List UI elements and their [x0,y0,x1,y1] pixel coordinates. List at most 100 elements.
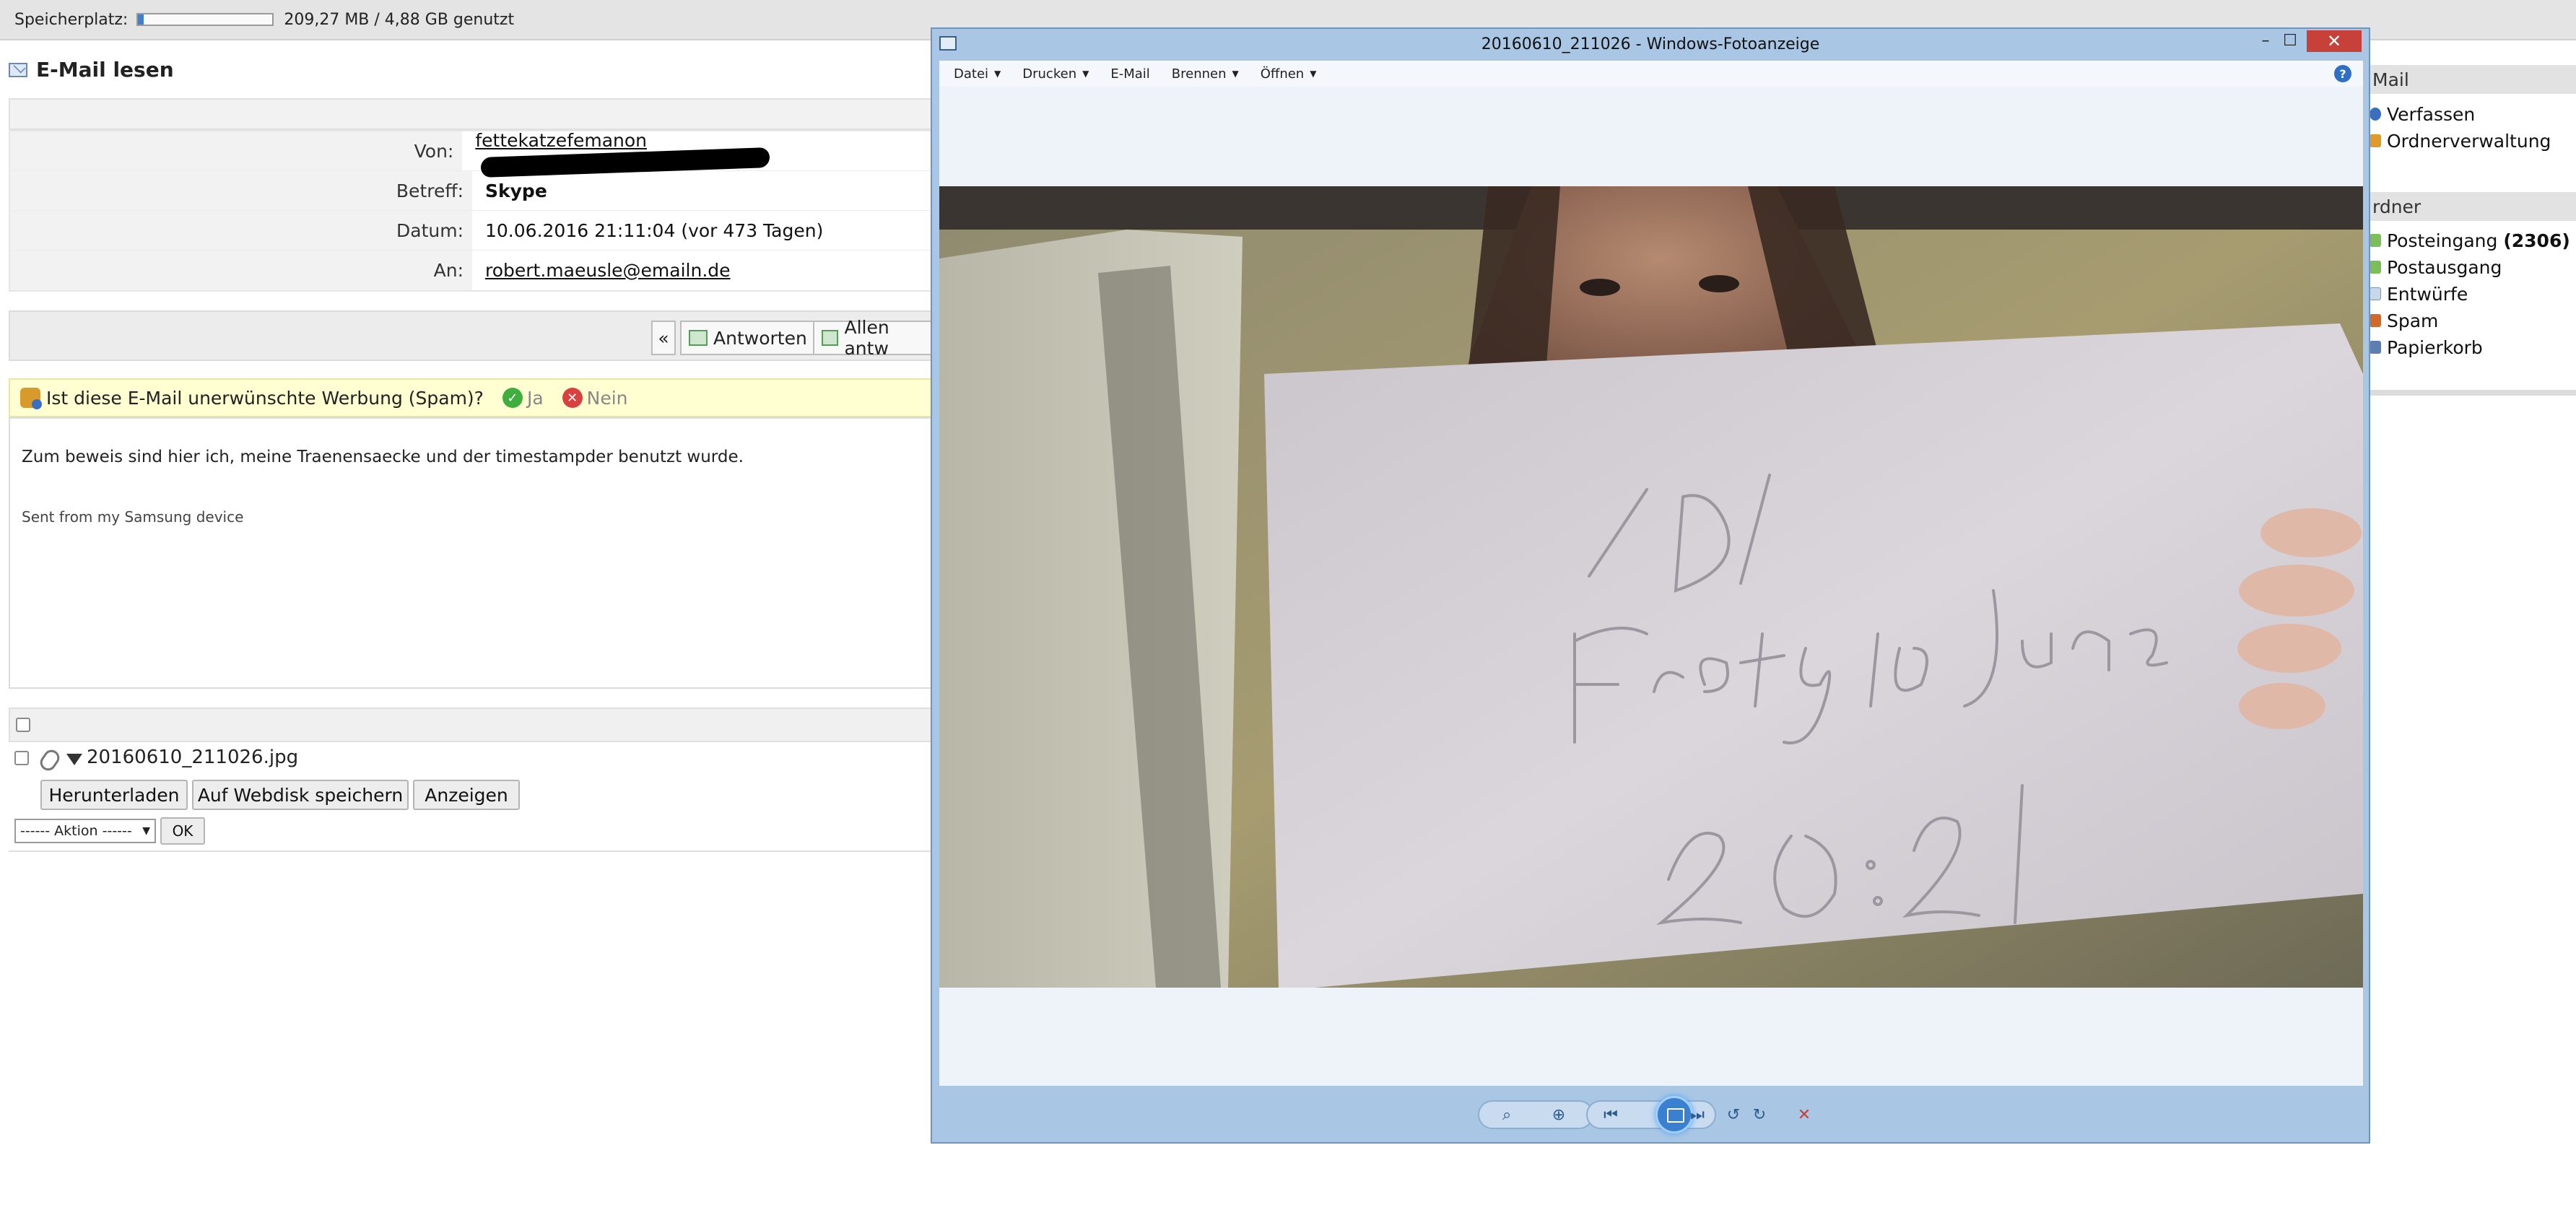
action-select[interactable]: ------ Aktion ------ [14,819,156,843]
photo-image [939,186,2363,988]
spam-question: Ist diese E-Mail unerwünschte Werbung (S… [46,387,484,409]
caret-down-icon: ▼ [1232,69,1239,79]
paperclip-icon [37,747,63,774]
header-strip [9,98,933,130]
menu-email[interactable]: E-Mail [1110,66,1149,82]
cross-icon[interactable]: ✕ [562,388,583,408]
save-webdisk-button[interactable]: Auf Webdisk speichern [192,780,409,810]
select-all-checkbox[interactable] [16,718,30,732]
view-button[interactable]: Anzeigen [413,780,520,810]
action-select-value: ------ Aktion ------ [20,823,132,839]
mail-sidebar: Mail Verfassen Ordnerverwaltung rdner Po… [2370,58,2576,396]
outbox-icon [2370,261,2381,274]
download-button[interactable]: Herunterladen [40,780,188,810]
storage-label: Speicherplatz: [14,10,129,29]
viewer-menubar: Datei ▼ Drucken ▼ E-Mail Brennen ▼ Öffnen ▼ … [939,61,2363,87]
sidebar-item-label: Ordnerverwaltung [2387,130,2551,152]
page-title: E-Mail lesen [9,58,174,82]
spam-folder-icon [2370,314,2381,327]
rotate-right-icon[interactable]: ↻ [1745,1103,1774,1126]
viewer-controls: ⌕ ⊕ ⏮ ⏭ ↺ ↻ ✕ [932,1086,2369,1144]
menu-file[interactable]: Datei ▼ [954,66,1001,82]
mail-meta-table: Von: fettekatzefemanon Betreff: Skype Da… [9,130,933,292]
attachment-row: 20160610_211026.jpg [9,744,933,775]
ok-button[interactable]: OK [160,817,205,845]
viewer-title: 20160610_211026 - Windows-Fotoanzeige [1481,35,1820,53]
spam-icon [20,388,42,409]
sidebar-item-label: Postausgang [2387,256,2502,278]
mail-signature: Sent from my Samsung device [22,508,244,526]
meta-row-date: Datum: 10.06.2016 21:11:04 (vor 473 Tage… [10,211,931,251]
minimize-icon[interactable]: – [2255,30,2276,51]
maximize-icon[interactable]: ☐ [2279,30,2301,51]
inbox-count: (2306) [2503,230,2570,251]
sidebar-item-spam[interactable]: Spam [2370,308,2438,333]
previous-icon[interactable]: ⏮ [1596,1103,1625,1126]
actual-size-icon[interactable]: ⊕ [1544,1103,1573,1126]
sidebar-item-label: Verfassen [2387,103,2476,125]
menu-burn[interactable]: Brennen ▼ [1172,66,1239,82]
sidebar-item-trash[interactable]: Papierkorb [2370,335,2483,360]
sidebar-item-label: Posteingang [2387,230,2498,251]
reply-button[interactable]: Antworten [680,321,816,355]
reply-all-label: Allen antw [844,317,889,359]
from-value[interactable]: fettekatzefemanon [462,130,931,178]
sidebar-heading-mail: Mail [2370,65,2576,94]
divider [9,850,933,852]
sidebar-item-folder-management[interactable]: Ordnerverwaltung [2370,129,2551,153]
next-icon[interactable]: ⏭ [1683,1103,1712,1126]
attachment-header [9,708,933,742]
sidebar-item-outbox[interactable]: Postausgang [2370,255,2502,279]
mail-toolbar: « Antworten Allen antw [9,310,936,361]
date-value: 10.06.2016 21:11:04 (vor 473 Tagen) [485,219,824,241]
menu-label: E-Mail [1110,66,1150,82]
sidebar-item-inbox[interactable]: Posteingang (2306) [2370,228,2570,253]
photo-viewer-window[interactable]: 20160610_211026 - Windows-Fotoanzeige – … [931,27,2370,1144]
sidebar-item-drafts[interactable]: Entwürfe [2370,282,2468,306]
drafts-icon [2370,287,2381,300]
delete-icon[interactable]: ✕ [1790,1103,1819,1126]
menu-open[interactable]: Öffnen ▼ [1261,66,1317,82]
spam-no-link[interactable]: Nein [587,388,628,409]
storage-meter [136,13,274,26]
attachment-checkbox[interactable] [14,751,29,765]
close-icon[interactable]: ✕ [2307,30,2362,52]
compose-icon [2370,108,2381,121]
meta-row-subject: Betreff: Skype [10,171,931,211]
from-address[interactable]: fettekatzefemanon [475,130,647,151]
spam-yes-link[interactable]: Ja [527,388,544,409]
date-label: Datum: [10,211,472,250]
to-label: An: [10,251,472,290]
subject-label: Betreff: [10,171,472,210]
sidebar-item-compose[interactable]: Verfassen [2370,102,2475,126]
caret-down-icon: ▼ [1082,69,1089,79]
from-label: Von: [10,131,463,170]
menu-label: Datei [954,66,989,82]
rotate-left-icon[interactable]: ↺ [1719,1103,1748,1126]
help-icon[interactable]: ? [2334,65,2351,82]
mail-body-text: Zum beweis sind hier ich, meine Traenens… [22,448,744,466]
sidebar-heading-folders: rdner [2370,192,2576,221]
expand-triangle-icon[interactable] [66,754,82,765]
attachment-filename[interactable]: 20160610_211026.jpg [87,747,298,768]
caret-down-icon: ▼ [994,69,1001,79]
menu-print[interactable]: Drucken ▼ [1022,66,1089,82]
subject-value: Skype [485,180,547,201]
mail-body: Zum beweis sind hier ich, meine Traenens… [9,417,933,689]
sidebar-bottom-edge [2370,390,2576,396]
back-button[interactable]: « [651,321,676,355]
zoom-icon[interactable]: ⌕ [1492,1103,1521,1126]
menu-label: Brennen [1171,66,1227,82]
reply-all-icon [822,330,839,346]
storage-usage: 209,27 MB / 4,88 GB genutzt [284,10,515,29]
check-icon[interactable]: ✓ [502,388,523,408]
to-value[interactable]: robert.maeusle@emailn.de [472,260,731,281]
menu-label: Öffnen [1260,66,1305,82]
sidebar-item-label: Entwürfe [2387,283,2468,305]
viewer-titlebar[interactable]: 20160610_211026 - Windows-Fotoanzeige – … [932,29,2369,59]
photo-viewer-app-icon[interactable] [939,36,957,51]
storage-meter-fill [138,14,144,25]
sidebar-item-label: Spam [2387,310,2439,331]
reply-all-button[interactable]: Allen antw [813,317,936,359]
inbox-icon [2370,234,2381,247]
